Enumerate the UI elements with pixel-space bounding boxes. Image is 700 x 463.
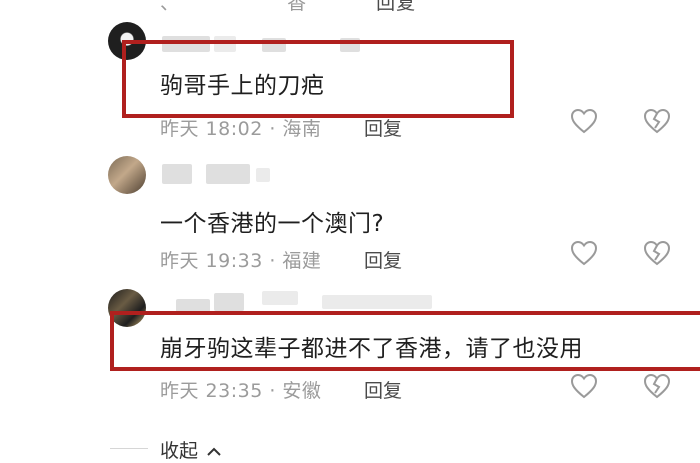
reply-button[interactable]: 回复 [364,246,402,273]
comment-location: 福建 [282,250,322,272]
comment-time: 昨天 19:33 [160,250,263,272]
like-button[interactable] [570,108,598,134]
comment-time: 昨天 18:02 [160,118,263,140]
dislike-button[interactable] [643,373,671,399]
like-button[interactable] [570,373,598,399]
heart-outline-icon [570,108,598,134]
dislike-button[interactable] [643,240,671,266]
comment-meta: 昨天 18:02 · 海南 [160,118,322,140]
like-button[interactable] [570,240,598,266]
comment-item: 一个香港的一个澳门? 昨天 19:33 · 福建 回复 [0,150,700,285]
comment-text: 驹哥手上的刀疤 [160,73,325,99]
username-blurred [322,295,432,309]
comment-text: 一个香港的一个澳门? [160,211,385,237]
reply-button[interactable]: 回复 [364,376,402,403]
chevron-up-icon [207,447,221,456]
broken-heart-icon [643,373,671,399]
username-blurred[interactable] [162,164,192,184]
broken-heart-icon [643,240,671,266]
comment-time: 昨天 23:35 [160,380,263,402]
collapse-label: 收起 [160,440,199,462]
avatar[interactable] [108,156,146,194]
username-blurred [206,164,250,184]
comment-item: 崩牙驹这辈子都进不了香港，请了也没用 昨天 23:35 · 安徽 回复 [0,285,700,415]
heart-outline-icon [570,240,598,266]
comment-item: 驹哥手上的刀疤 昨天 18:02 · 海南 回复 [0,0,700,150]
comment-text: 崩牙驹这辈子都进不了香港，请了也没用 [160,336,583,362]
comment-location: 安徽 [282,380,322,402]
comment-meta: 昨天 23:35 · 安徽 [160,380,322,402]
heart-outline-icon [570,373,598,399]
username-blurred [256,168,270,182]
reply-button[interactable]: 回复 [364,114,402,141]
collapse-divider [110,448,148,449]
dislike-button[interactable] [643,108,671,134]
broken-heart-icon [643,108,671,134]
collapse-replies-button[interactable]: 收起 [160,436,222,463]
comment-meta: 昨天 19:33 · 福建 [160,250,322,272]
comment-location: 海南 [282,118,322,140]
username-blurred [214,293,244,311]
username-blurred [262,291,298,305]
